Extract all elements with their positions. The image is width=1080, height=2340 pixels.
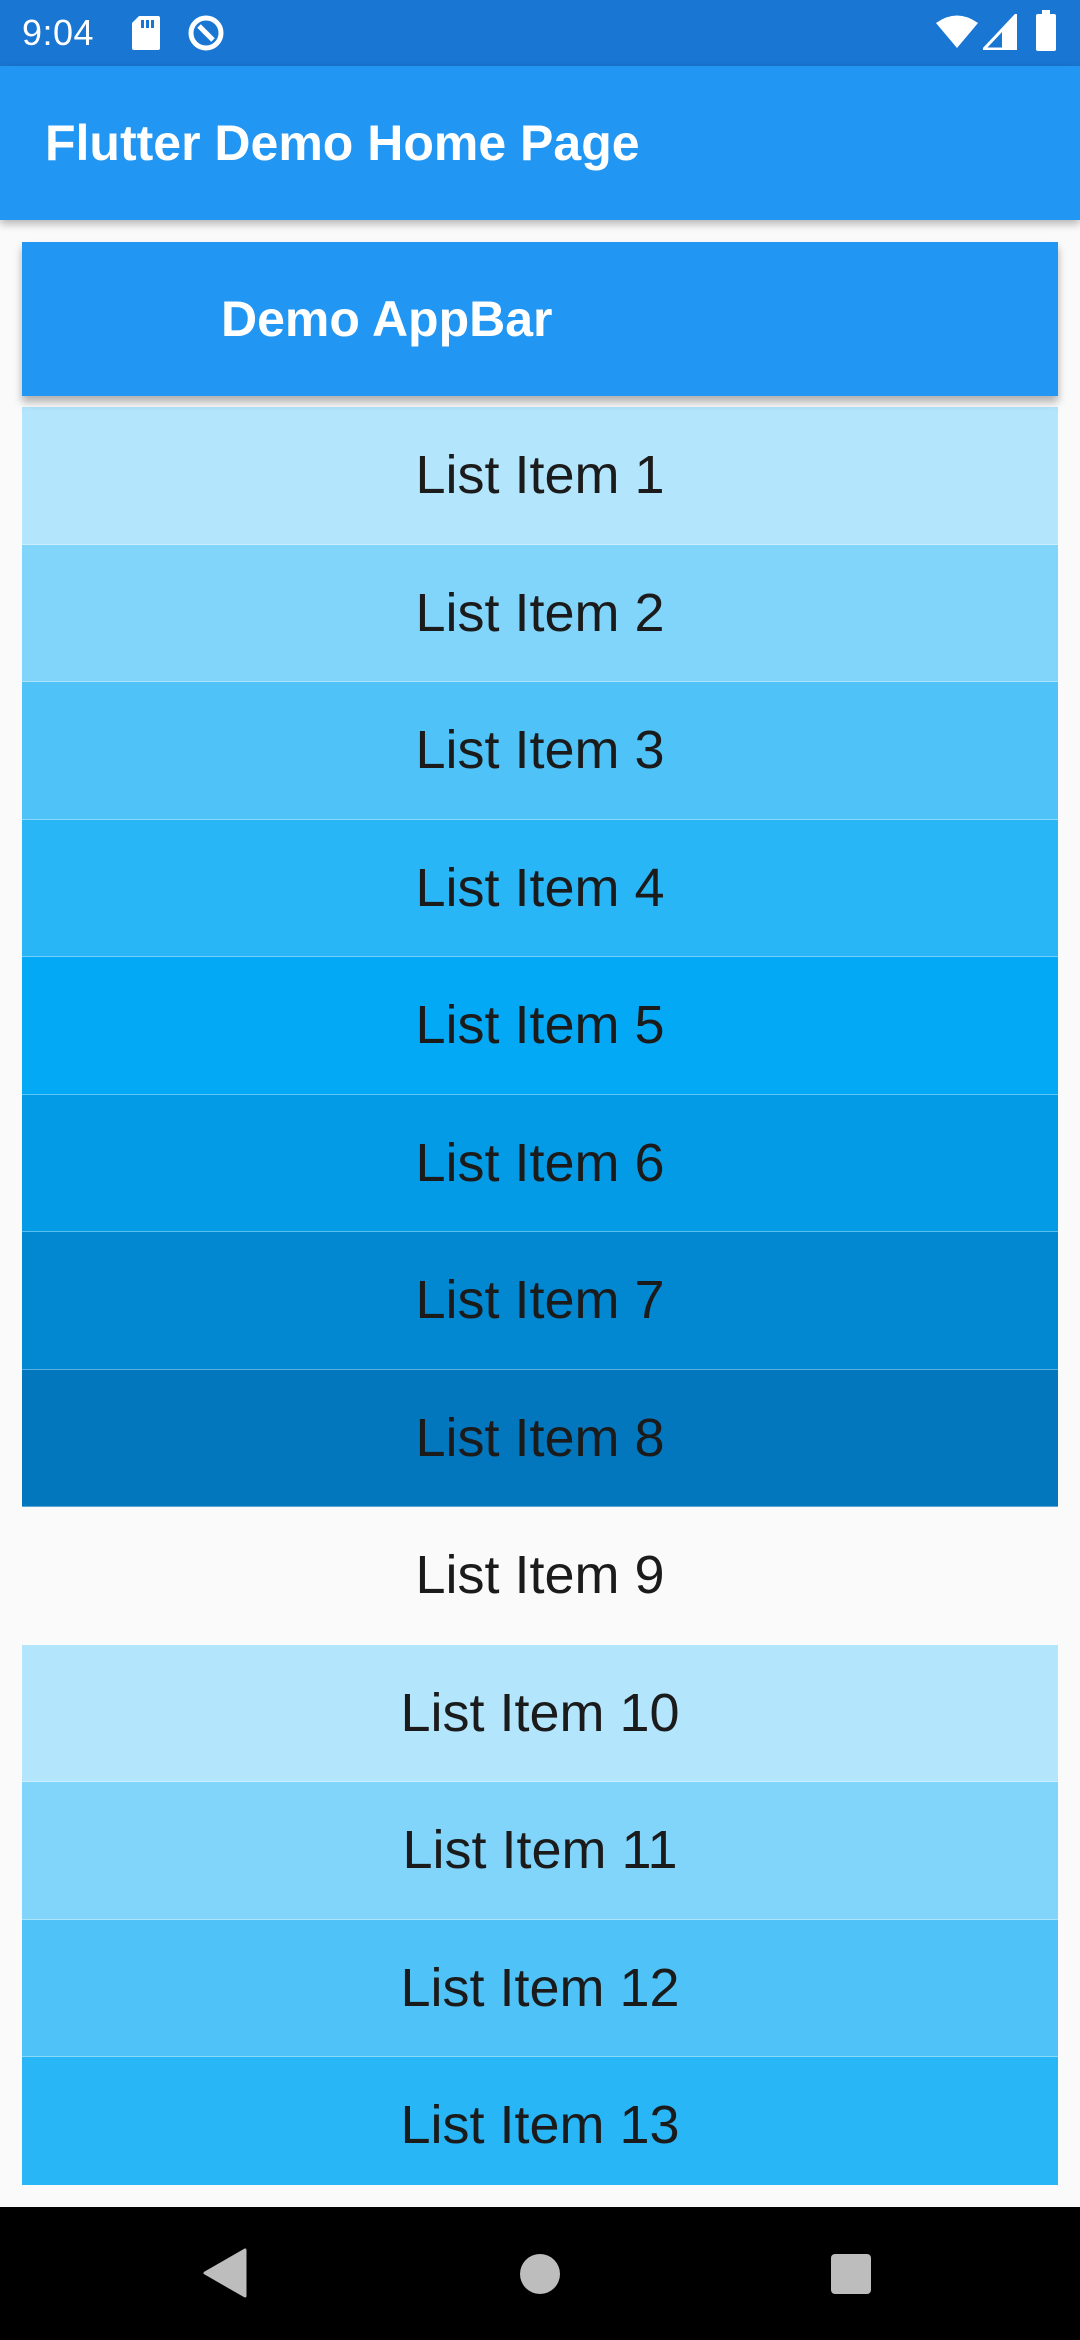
phone-screen: 9:04 Flutter Demo Home Page Demo AppBar … bbox=[0, 0, 1080, 2340]
list-item-label: List Item 10 bbox=[400, 1682, 680, 1743]
demo-app-bar: Demo AppBar bbox=[22, 242, 1058, 396]
list-view[interactable]: List Item 1 List Item 2 List Item 3 List It… bbox=[22, 407, 1058, 2185]
list-item[interactable]: List Item 3 bbox=[22, 682, 1058, 820]
list-item-label: List Item 13 bbox=[400, 2095, 680, 2156]
list-item[interactable]: List Item 11 bbox=[22, 1782, 1058, 1920]
list-item[interactable]: List Item 2 bbox=[22, 544, 1058, 682]
list-item[interactable]: List Item 1 bbox=[22, 407, 1058, 545]
list-item[interactable]: List Item 6 bbox=[22, 1094, 1058, 1232]
battery-icon bbox=[1035, 10, 1057, 57]
list-item[interactable]: List Item 7 bbox=[22, 1232, 1058, 1370]
list-item-label: List Item 9 bbox=[415, 1545, 665, 1606]
list-item-label: List Item 5 bbox=[415, 995, 665, 1056]
list-item-label: List Item 3 bbox=[415, 720, 665, 781]
app-bar: Flutter Demo Home Page bbox=[0, 66, 1080, 220]
demo-app-bar-title: Demo AppBar bbox=[221, 291, 553, 347]
wifi-icon bbox=[935, 14, 979, 55]
navigation-bar bbox=[0, 2207, 1080, 2340]
list-item-label: List Item 11 bbox=[402, 1820, 678, 1881]
list-item-label: List Item 2 bbox=[415, 582, 665, 643]
list-item-label: List Item 6 bbox=[415, 1132, 665, 1193]
list-item[interactable]: List Item 9 bbox=[22, 1507, 1058, 1645]
list-item-label: List Item 7 bbox=[415, 1270, 665, 1331]
recents-icon[interactable] bbox=[830, 2253, 872, 2300]
list-item-label: List Item 8 bbox=[415, 1407, 665, 1468]
list-item[interactable]: List Item 12 bbox=[22, 1919, 1058, 2057]
status-time: 9:04 bbox=[22, 12, 95, 53]
status-bar: 9:04 bbox=[0, 0, 1080, 66]
list-item[interactable]: List Item 10 bbox=[22, 1644, 1058, 1782]
data-saver-icon bbox=[186, 13, 226, 58]
list-item-label: List Item 12 bbox=[400, 1957, 680, 2018]
list-item[interactable]: List Item 4 bbox=[22, 819, 1058, 957]
home-icon[interactable] bbox=[519, 2253, 561, 2300]
cell-signal-icon bbox=[980, 11, 1018, 55]
list-item-label: List Item 1 bbox=[415, 445, 665, 506]
back-icon[interactable] bbox=[203, 2248, 247, 2303]
list-item[interactable]: List Item 5 bbox=[22, 957, 1058, 1095]
list-item-label: List Item 4 bbox=[415, 857, 665, 918]
app-bar-title: Flutter Demo Home Page bbox=[45, 115, 640, 171]
list-item[interactable]: List Item 8 bbox=[22, 1369, 1058, 1507]
sd-card-icon bbox=[131, 15, 161, 56]
list-item[interactable]: List Item 13 bbox=[22, 2057, 1058, 2185]
